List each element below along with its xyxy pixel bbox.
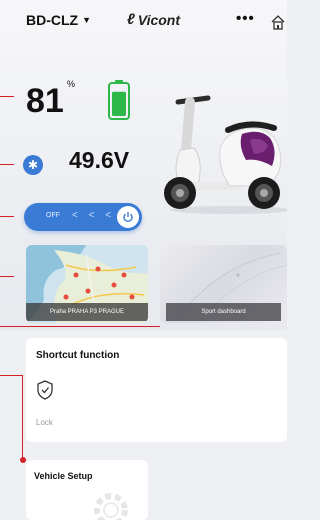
logo-text: Vicont (137, 11, 181, 28)
power-toggle[interactable]: OFF < < < (24, 203, 142, 231)
annotation-line (0, 96, 14, 97)
more-menu-icon[interactable]: ••• (236, 10, 255, 27)
brand-logo: ℓ Vicont (127, 11, 180, 28)
shortcut-title: Shortcut function (36, 350, 120, 361)
home-icon[interactable] (270, 14, 286, 30)
battery-percentage: 81 (26, 82, 64, 120)
annotation-line (22, 375, 23, 459)
shield-icon (37, 380, 53, 400)
lock-label: Lock (36, 418, 53, 427)
battery-icon (108, 80, 130, 120)
power-icon[interactable] (117, 206, 139, 228)
logo-mark-icon: ℓ (127, 11, 135, 28)
power-off-label: OFF (46, 212, 60, 219)
annotation-line (0, 216, 14, 217)
map-card[interactable]: Praha PRAHA P3 PRAGUE (26, 245, 148, 323)
annotation-dot (20, 457, 26, 463)
percent-sign: % (67, 79, 76, 89)
map-label: Praha PRAHA P3 PRAGUE (26, 303, 148, 321)
caret-down-icon: ▼ (82, 15, 92, 25)
top-bar: BD-CLZ ▼ ℓ Vicont ••• (0, 0, 287, 40)
shortcut-card: Shortcut function Lock (26, 338, 287, 442)
annotation-line (0, 276, 14, 277)
slide-chevrons: < < < (72, 210, 116, 221)
vehicle-setup-title: Vehicle Setup (34, 471, 93, 481)
annotation-line (0, 326, 160, 327)
gear-icon (94, 493, 128, 520)
device-name: BD-CLZ (26, 12, 79, 28)
bluetooth-icon: ✱ (23, 155, 43, 175)
annotation-line (0, 164, 14, 165)
voltage-value: 49.6V (69, 147, 130, 173)
scooter-image (164, 95, 287, 214)
annotation-line (0, 375, 22, 376)
sport-dashboard-label: Sport dashboard (166, 303, 281, 321)
sport-dashboard-card[interactable]: Sport dashboard (160, 245, 287, 323)
device-selector[interactable]: BD-CLZ ▼ (26, 12, 91, 28)
vehicle-setup-card[interactable]: Vehicle Setup (26, 460, 148, 520)
